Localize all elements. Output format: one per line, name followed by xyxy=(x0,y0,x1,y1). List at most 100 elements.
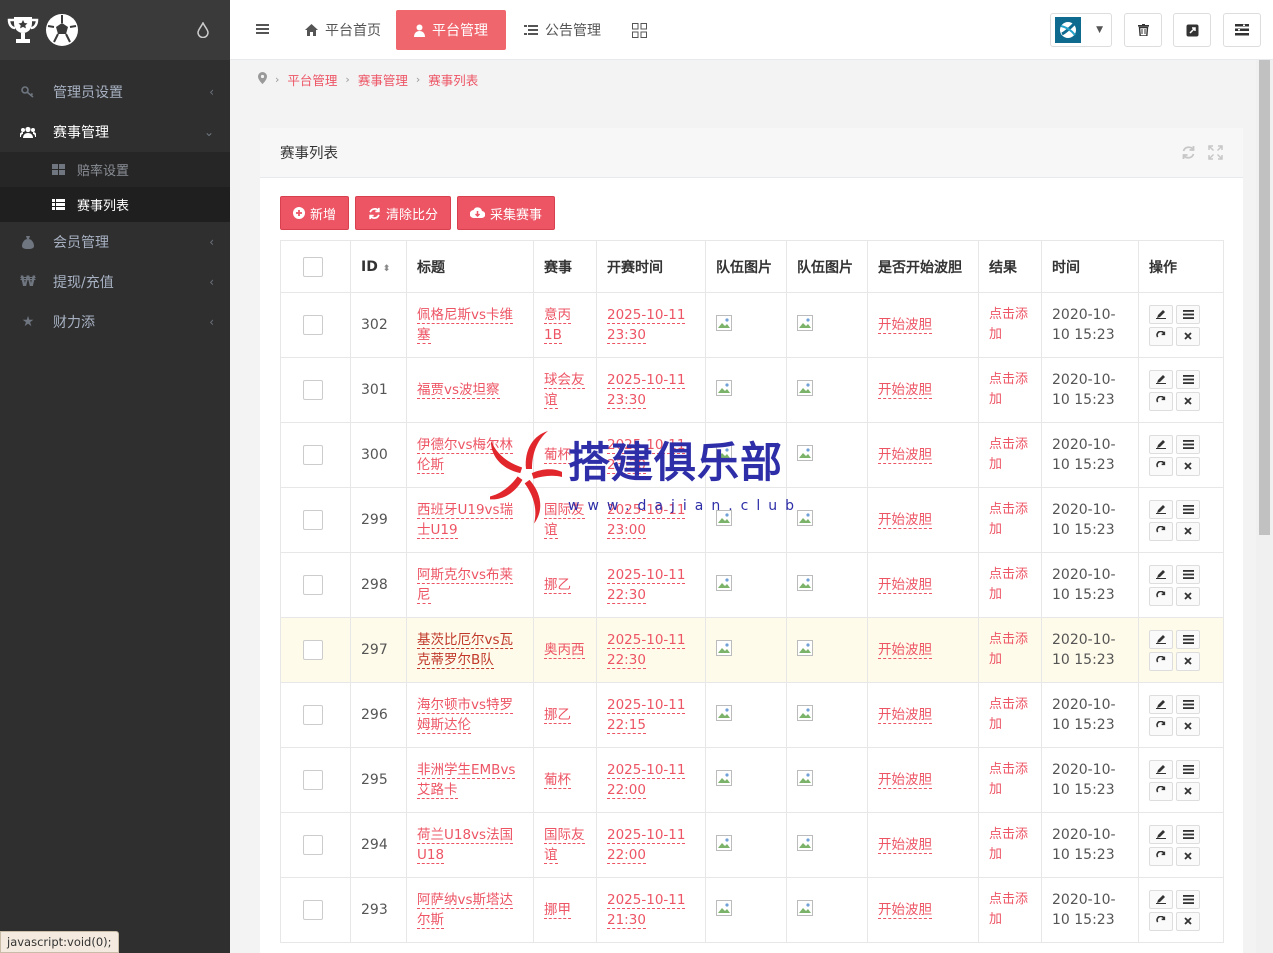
match-start-time-link[interactable]: 2025-10-11 23:30 xyxy=(607,307,686,344)
row-checkbox[interactable] xyxy=(303,705,323,725)
sidebar-item-matches[interactable]: 赛事管理 ⌄ xyxy=(0,112,230,152)
detail-button[interactable] xyxy=(1176,369,1200,389)
detail-button[interactable] xyxy=(1176,304,1200,324)
delete-button[interactable] xyxy=(1176,586,1200,606)
detail-button[interactable] xyxy=(1176,434,1200,454)
reset-button[interactable] xyxy=(1149,651,1173,671)
match-title-link[interactable]: 伊德尔vs梅尔林伦斯 xyxy=(417,437,514,474)
match-title-link[interactable]: 荷兰U18vs法国U18 xyxy=(417,827,514,864)
delete-button[interactable] xyxy=(1176,521,1200,541)
start-bodan-link[interactable]: 开始波胆 xyxy=(878,707,932,724)
sidebar-item-admin[interactable]: 管理员设置 ‹ xyxy=(0,72,230,112)
row-checkbox[interactable] xyxy=(303,575,323,595)
tab-notice-manage[interactable]: 公告管理 xyxy=(506,10,619,50)
sidebar-item-withdraw[interactable]: ₩ 提现/充值 ‹ xyxy=(0,262,230,302)
start-bodan-link[interactable]: 开始波胆 xyxy=(878,837,932,854)
add-result-link[interactable]: 点击添加 xyxy=(989,827,1028,862)
match-league-link[interactable]: 意丙1B xyxy=(544,307,571,344)
match-start-time-link[interactable]: 2025-10-11 22:30 xyxy=(607,632,686,669)
row-checkbox[interactable] xyxy=(303,835,323,855)
reset-button[interactable] xyxy=(1149,716,1173,736)
refresh-icon[interactable] xyxy=(1181,145,1196,160)
edit-button[interactable] xyxy=(1149,369,1173,389)
row-checkbox[interactable] xyxy=(303,510,323,530)
tab-platform-manage[interactable]: 平台管理 xyxy=(396,10,506,50)
delete-button[interactable] xyxy=(1176,651,1200,671)
detail-button[interactable] xyxy=(1176,889,1200,909)
edit-button[interactable] xyxy=(1149,499,1173,519)
sidebar-item-finance[interactable]: ★ 财力添 ‹ xyxy=(0,302,230,342)
row-checkbox[interactable] xyxy=(303,380,323,400)
match-start-time-link[interactable]: 2025-10-11 22:00 xyxy=(607,827,686,864)
delete-button[interactable] xyxy=(1176,716,1200,736)
match-title-link[interactable]: 佩格尼斯vs卡维塞 xyxy=(417,307,514,344)
user-avatar-dropdown[interactable]: ▼ xyxy=(1050,13,1112,47)
row-checkbox[interactable] xyxy=(303,640,323,660)
add-result-link[interactable]: 点击添加 xyxy=(989,762,1028,797)
settings-panel-button[interactable] xyxy=(1223,13,1261,47)
edit-button[interactable] xyxy=(1149,759,1173,779)
delete-button[interactable] xyxy=(1176,456,1200,476)
match-start-time-link[interactable]: 2025-10-11 21:30 xyxy=(607,892,686,929)
clear-cache-button[interactable] xyxy=(1124,13,1162,47)
row-checkbox[interactable] xyxy=(303,770,323,790)
hamburger-menu-icon[interactable] xyxy=(256,22,270,36)
sidebar-subitem-odds[interactable]: 赔率设置 xyxy=(0,152,230,187)
reset-button[interactable] xyxy=(1149,456,1173,476)
match-league-link[interactable]: 国际友谊 xyxy=(544,502,585,539)
scrollbar-thumb[interactable] xyxy=(1259,60,1270,535)
start-bodan-link[interactable]: 开始波胆 xyxy=(878,447,932,464)
match-league-link[interactable]: 葡杯 xyxy=(544,772,571,789)
expand-icon[interactable] xyxy=(1208,145,1223,160)
match-league-link[interactable]: 葡杯 xyxy=(544,447,571,464)
edit-button[interactable] xyxy=(1149,889,1173,909)
reset-button[interactable] xyxy=(1149,391,1173,411)
match-league-link[interactable]: 球会友谊 xyxy=(544,372,585,409)
reset-button[interactable] xyxy=(1149,326,1173,346)
start-bodan-link[interactable]: 开始波胆 xyxy=(878,902,932,919)
start-bodan-link[interactable]: 开始波胆 xyxy=(878,382,932,399)
detail-button[interactable] xyxy=(1176,759,1200,779)
detail-button[interactable] xyxy=(1176,629,1200,649)
match-start-time-link[interactable]: 2025-10-11 22:00 xyxy=(607,762,686,799)
edit-button[interactable] xyxy=(1149,629,1173,649)
match-title-link[interactable]: 海尔顿市vs特罗姆斯达伦 xyxy=(417,697,514,734)
start-bodan-link[interactable]: 开始波胆 xyxy=(878,512,932,529)
detail-button[interactable] xyxy=(1176,824,1200,844)
fullscreen-button[interactable] xyxy=(1173,13,1211,47)
match-league-link[interactable]: 挪乙 xyxy=(544,707,571,724)
reset-button[interactable] xyxy=(1149,781,1173,801)
edit-button[interactable] xyxy=(1149,694,1173,714)
logo[interactable] xyxy=(6,12,80,48)
reset-button[interactable] xyxy=(1149,846,1173,866)
edit-button[interactable] xyxy=(1149,304,1173,324)
row-checkbox[interactable] xyxy=(303,315,323,335)
reset-button[interactable] xyxy=(1149,521,1173,541)
breadcrumb-item[interactable]: 赛事管理 xyxy=(358,70,408,89)
delete-button[interactable] xyxy=(1176,846,1200,866)
start-bodan-link[interactable]: 开始波胆 xyxy=(878,317,932,334)
edit-button[interactable] xyxy=(1149,824,1173,844)
column-header-id[interactable]: ID ⬍ xyxy=(350,240,407,293)
match-start-time-link[interactable]: 2025-10-11 22:15 xyxy=(607,697,686,734)
edit-button[interactable] xyxy=(1149,564,1173,584)
match-start-time-link[interactable]: 2025-10-11 23:30 xyxy=(607,437,686,474)
add-result-link[interactable]: 点击添加 xyxy=(989,632,1028,667)
match-title-link[interactable]: 福贾vs波坦察 xyxy=(417,382,500,399)
delete-button[interactable] xyxy=(1176,911,1200,931)
match-start-time-link[interactable]: 2025-10-11 23:30 xyxy=(607,372,686,409)
match-title-link[interactable]: 基茨比厄尔vs瓦克蒂罗尔B队 xyxy=(417,632,514,669)
match-league-link[interactable]: 奥丙西 xyxy=(544,642,585,659)
match-start-time-link[interactable]: 2025-10-11 23:00 xyxy=(607,502,686,539)
add-result-link[interactable]: 点击添加 xyxy=(989,892,1028,927)
match-league-link[interactable]: 挪乙 xyxy=(544,577,571,594)
match-start-time-link[interactable]: 2025-10-11 22:30 xyxy=(607,567,686,604)
theme-drop-icon[interactable] xyxy=(196,22,210,38)
clear-score-button[interactable]: 清除比分 xyxy=(355,196,452,230)
detail-button[interactable] xyxy=(1176,499,1200,519)
sidebar-item-members[interactable]: 会员管理 ‹ xyxy=(0,222,230,262)
delete-button[interactable] xyxy=(1176,391,1200,411)
apps-grid-button[interactable] xyxy=(614,10,672,50)
page-scrollbar[interactable] xyxy=(1256,60,1273,953)
add-result-link[interactable]: 点击添加 xyxy=(989,372,1028,407)
